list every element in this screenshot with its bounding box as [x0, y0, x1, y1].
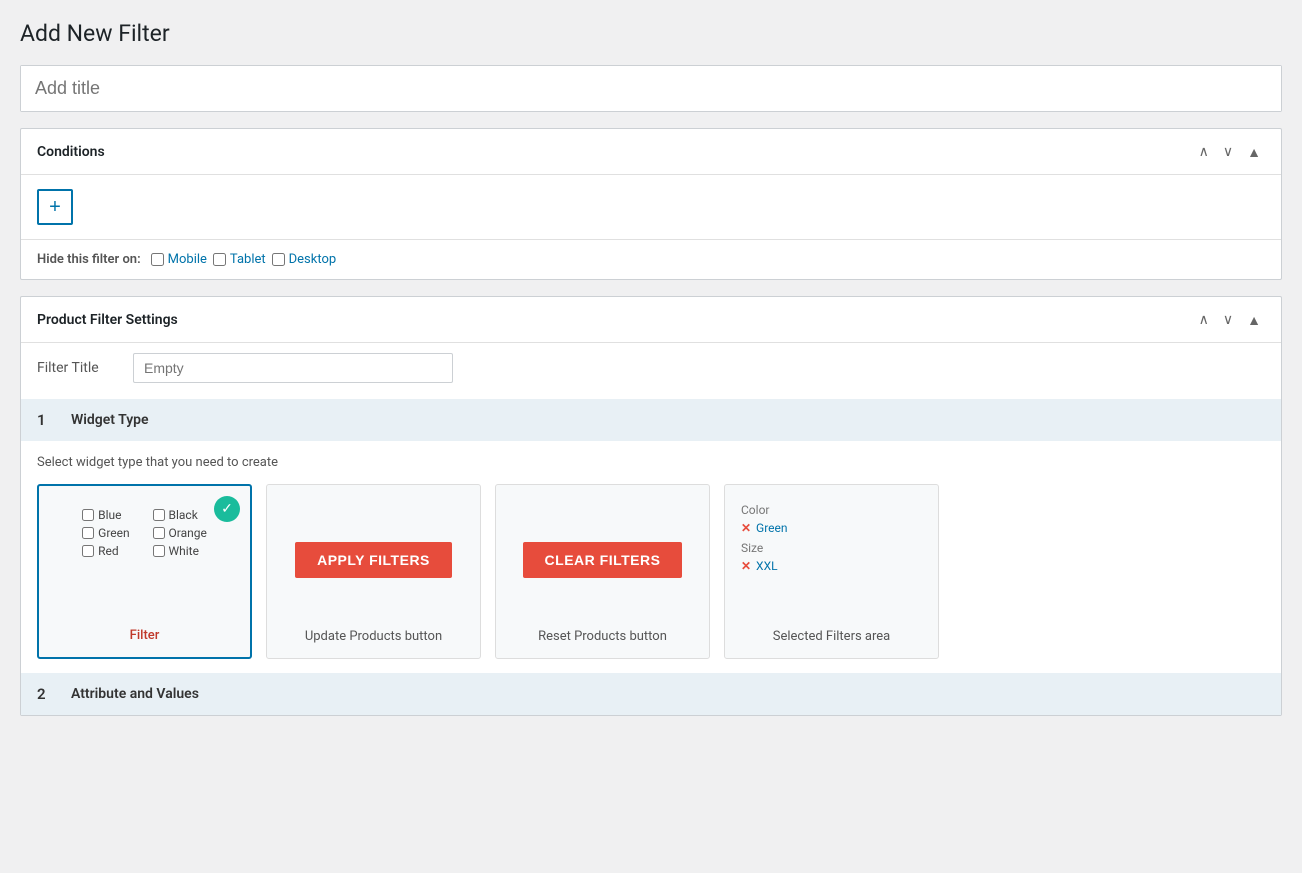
checkmark-icon: ✓ [221, 501, 233, 517]
hide-mobile-label[interactable]: Mobile [151, 252, 207, 267]
hide-desktop-label[interactable]: Desktop [272, 252, 337, 267]
hide-tablet-checkbox[interactable] [213, 253, 226, 266]
hide-mobile-checkbox[interactable] [151, 253, 164, 266]
page-title: Add New Filter [20, 20, 1282, 47]
hide-mobile-text: Mobile [168, 252, 207, 267]
product-filter-panel-header: Product Filter Settings ∧ ∨ ▲ [21, 297, 1281, 343]
widget-card-selected-filters[interactable]: Color ✕ Green Size ✕ XXL Selected Filter… [724, 484, 939, 659]
filter-checkbox-red: Red [82, 544, 136, 558]
conditions-up-btn[interactable]: ∧ [1195, 141, 1213, 162]
sf-color-value-row: ✕ Green [741, 521, 922, 535]
hide-filter-row: Hide this filter on: Mobile Tablet Deskt… [21, 239, 1281, 279]
filter-title-label: Filter Title [37, 360, 117, 376]
sf-color-value: Green [756, 521, 787, 535]
sf-color-row: Color [741, 503, 922, 517]
conditions-panel-controls: ∧ ∨ ▲ [1195, 141, 1265, 162]
checkbox-black[interactable] [153, 509, 165, 521]
sf-color-x: ✕ [741, 521, 751, 535]
checkbox-orange-label: Orange [169, 526, 207, 540]
widget-select-hint: Select widget type that you need to crea… [37, 455, 1265, 470]
selected-filters-card-label: Selected Filters area [773, 629, 891, 644]
sf-color-category: Color [741, 503, 769, 517]
conditions-down-btn[interactable]: ∨ [1219, 141, 1237, 162]
plus-icon: + [49, 196, 61, 219]
product-filter-panel-title: Product Filter Settings [37, 312, 178, 328]
checkbox-green-label: Green [98, 526, 129, 540]
section1-label: Widget Type [71, 412, 149, 428]
section2-row: 2 Attribute and Values [21, 673, 1281, 715]
product-filter-panel-controls: ∧ ∨ ▲ [1195, 309, 1265, 330]
title-input[interactable] [21, 66, 1281, 111]
filter-card-label: Filter [130, 628, 160, 643]
checkbox-white[interactable] [153, 545, 165, 557]
hide-desktop-text: Desktop [289, 252, 337, 267]
product-filter-up-btn[interactable]: ∧ [1195, 309, 1213, 330]
hide-desktop-checkbox[interactable] [272, 253, 285, 266]
filter-checkbox-green: Green [82, 526, 136, 540]
conditions-panel-body: + [21, 175, 1281, 239]
checkbox-blue[interactable] [82, 509, 94, 521]
selected-checkmark-badge: ✓ [214, 496, 240, 522]
title-input-wrap [20, 65, 1282, 112]
clear-filters-demo-button: CLEAR FILTERS [523, 542, 683, 578]
conditions-panel-header: Conditions ∧ ∨ ▲ [21, 129, 1281, 175]
checkbox-orange[interactable] [153, 527, 165, 539]
checkbox-blue-label: Blue [98, 508, 121, 522]
filter-checkbox-blue: Blue [82, 508, 136, 522]
widget-cards: ✓ Blue Black Green [37, 484, 1265, 659]
conditions-collapse-btn[interactable]: ▲ [1243, 142, 1265, 162]
widget-card-filter[interactable]: ✓ Blue Black Green [37, 484, 252, 659]
sf-size-row: Size [741, 541, 922, 555]
conditions-panel: Conditions ∧ ∨ ▲ + Hide this filter on: … [20, 128, 1282, 280]
hide-tablet-text: Tablet [230, 252, 266, 267]
product-filter-collapse-btn[interactable]: ▲ [1243, 310, 1265, 330]
product-filter-settings-panel: Product Filter Settings ∧ ∨ ▲ Filter Tit… [20, 296, 1282, 716]
checkbox-black-label: Black [169, 508, 198, 522]
product-filter-down-btn[interactable]: ∨ [1219, 309, 1237, 330]
section2-label: Attribute and Values [71, 686, 199, 702]
filter-checkbox-white: White [153, 544, 207, 558]
sf-size-value: XXL [756, 559, 778, 573]
sf-size-category: Size [741, 541, 763, 555]
sf-size-x: ✕ [741, 559, 751, 573]
conditions-add-button[interactable]: + [37, 189, 73, 225]
conditions-panel-title: Conditions [37, 144, 105, 160]
reset-products-card-label: Reset Products button [538, 629, 667, 644]
checkbox-white-label: White [169, 544, 199, 558]
filter-title-row: Filter Title [21, 343, 1281, 399]
checkbox-green[interactable] [82, 527, 94, 539]
checkbox-red-label: Red [98, 544, 119, 558]
update-products-card-label: Update Products button [305, 629, 442, 644]
widget-card-update-products[interactable]: APPLY FILTERS Update Products button [266, 484, 481, 659]
section1-row: 1 Widget Type [21, 399, 1281, 441]
filter-card-checkboxes: Blue Black Green Orange [78, 500, 211, 566]
hide-filter-label: Hide this filter on: [37, 252, 141, 267]
hide-tablet-label[interactable]: Tablet [213, 252, 266, 267]
sf-size-value-row: ✕ XXL [741, 559, 922, 573]
widget-card-reset-products[interactable]: CLEAR FILTERS Reset Products button [495, 484, 710, 659]
widget-select-area: Select widget type that you need to crea… [21, 441, 1281, 673]
filter-checkbox-orange: Orange [153, 526, 207, 540]
section2-number: 2 [37, 685, 57, 703]
checkbox-red[interactable] [82, 545, 94, 557]
selected-filters-demo: Color ✕ Green Size ✕ XXL [737, 499, 926, 581]
apply-filters-demo-button: APPLY FILTERS [295, 542, 452, 578]
filter-checkbox-black: Black [153, 508, 207, 522]
section1-number: 1 [37, 411, 57, 429]
filter-title-input[interactable] [133, 353, 453, 383]
